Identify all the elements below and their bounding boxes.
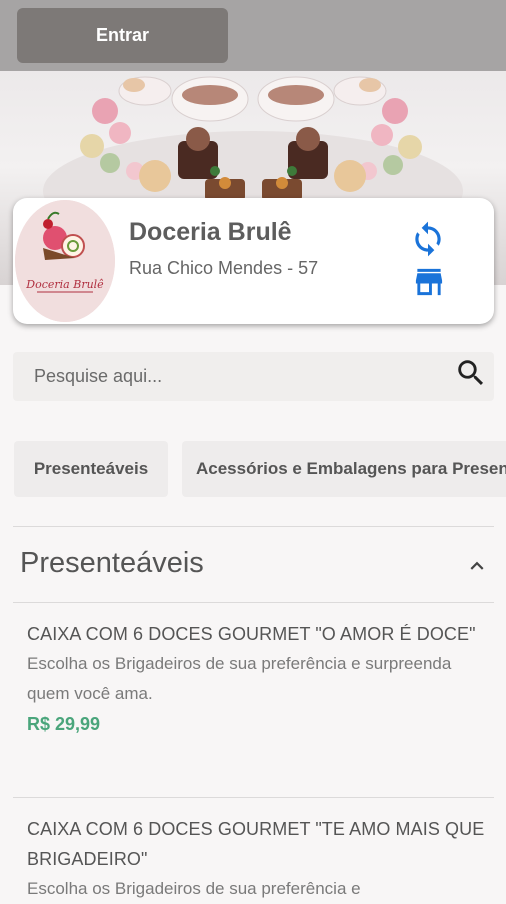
category-chip-acessorios[interactable]: Acessórios e Embalagens para Presentes [182,441,506,497]
product-name: CAIXA COM 6 DOCES GOURMET "TE AMO MAIS Q… [27,819,485,869]
product-price: R$ 29,99 [27,714,101,734]
search-icon[interactable] [454,356,488,390]
product-name: CAIXA COM 6 DOCES GOURMET "O AMOR É DOCE… [27,624,476,644]
category-tabs: Presenteáveis Acessórios e Embalagens pa… [0,441,506,497]
divider [13,526,494,527]
storefront-icon [415,268,443,296]
storefront-button[interactable] [411,266,447,298]
refresh-icon [415,221,441,257]
category-chip-presenteaveis[interactable]: Presenteáveis [14,441,168,497]
store-card: Doceria Brulê Doceria Brulê Rua Chico Me… [13,198,494,324]
store-logo-image: Doceria Brulê [15,200,115,322]
divider [13,602,494,603]
product-item[interactable]: CAIXA COM 6 DOCES GOURMET "O AMOR É DOCE… [27,619,487,739]
login-button[interactable]: Entrar [17,8,228,63]
product-description: Escolha os Brigadeiros de sua preferênci… [27,654,452,703]
divider [13,797,494,798]
store-logo-text: Doceria Brulê [25,278,104,291]
section-title: Presenteáveis [20,547,204,579]
product-item[interactable]: CAIXA COM 6 DOCES GOURMET "TE AMO MAIS Q… [27,814,487,904]
store-logo: Doceria Brulê [15,200,115,322]
chevron-up-icon[interactable] [464,553,490,579]
refresh-button[interactable] [409,220,447,258]
top-bar: Entrar [0,0,506,71]
search-input[interactable] [13,352,443,401]
store-address: Rua Chico Mendes - 57 [129,258,319,278]
search-bar [13,352,494,401]
store-name: Doceria Brulê [129,218,292,246]
